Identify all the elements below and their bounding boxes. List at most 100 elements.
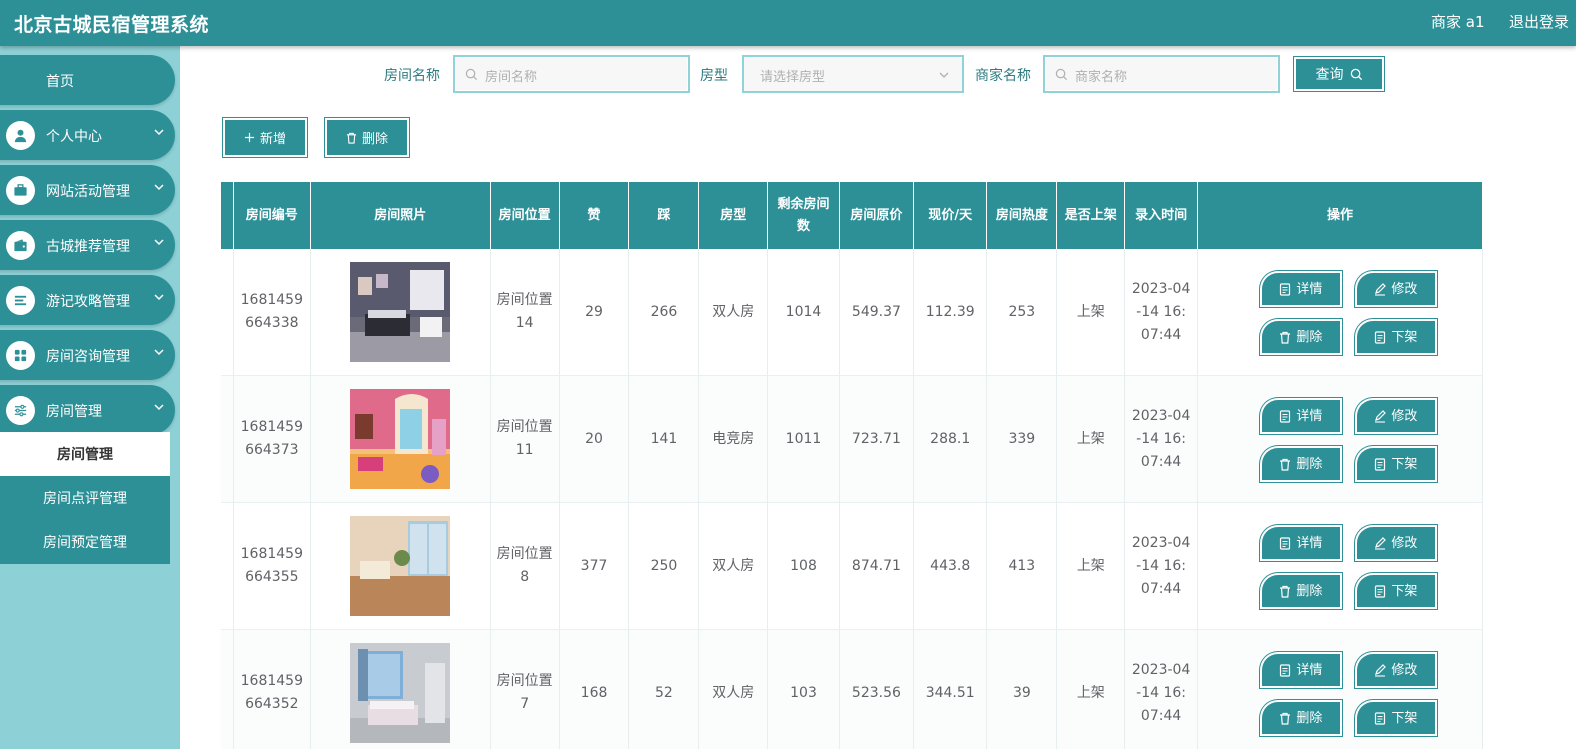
room-table: 称 房间编号 房间照片 房间位置 赞 踩 房型 剩余房间数 房间原价 现价/天 … [221, 182, 1561, 749]
submenu-room-bookings[interactable]: 房间预定管理 [0, 520, 170, 564]
cell-orig-price: 523.56 [839, 629, 915, 749]
cell-dislikes: 52 [628, 629, 700, 749]
current-user: 商家 a1 [1431, 13, 1485, 31]
delete-button[interactable]: 删除 [1259, 573, 1342, 609]
document-icon [1280, 663, 1291, 677]
cell-type: 双人房 [698, 249, 769, 376]
cell-remaining: 1011 [767, 375, 840, 503]
logout-link[interactable]: 退出登录 [1509, 11, 1569, 32]
submenu-room-reviews[interactable]: 房间点评管理 [0, 476, 170, 520]
batch-delete-button[interactable]: 删除 [324, 117, 410, 158]
cell-time-text: 2023-04 -14 16: 07:44 [1131, 280, 1191, 343]
sidebar-item-home[interactable]: 首页 [0, 55, 175, 105]
trash-icon [1280, 331, 1291, 344]
delete-button[interactable]: 删除 [1259, 700, 1342, 736]
sidebar-item-travel-notes[interactable]: 游记攻略管理 [0, 275, 175, 325]
edit-icon [1375, 282, 1387, 296]
cell-location: 房间位置 8 [490, 502, 560, 630]
add-button[interactable]: 新增 [222, 117, 308, 158]
merchant-input[interactable]: 商家名称 [1043, 55, 1280, 93]
detail-button[interactable]: 详情 [1259, 398, 1342, 434]
unlist-button[interactable]: 下架 [1354, 446, 1437, 482]
trash-icon [1280, 712, 1291, 725]
cell-code: 1681459 664373 [233, 375, 311, 503]
col-header-orig-price: 房间原价 [839, 182, 915, 249]
cell-time: 2023-04 -14 16: 07:44 [1124, 629, 1198, 749]
cell-heat: 253 [986, 249, 1058, 376]
table-row: 称1681459664352 房间位置716852双人房103523.56344.… [221, 629, 1484, 749]
top-header: 北京古城民宿管理系统 商家 a1 退出登录 [0, 0, 1576, 46]
cell-dislikes: 266 [628, 249, 700, 376]
room-photo [350, 516, 451, 616]
document-icon [1280, 409, 1291, 423]
cell-location-text: 房间位置 14 [496, 292, 553, 331]
edit-button[interactable]: 修改 [1354, 398, 1437, 434]
cell-orig-price: 549.37 [839, 249, 915, 376]
delete-button[interactable]: 删除 [1259, 446, 1342, 482]
edit-button[interactable]: 修改 [1354, 271, 1437, 307]
cell-likes: 20 [559, 375, 630, 503]
trash-icon [1280, 458, 1291, 471]
sidebar-item-consult[interactable]: 房间咨询管理 [0, 330, 175, 380]
delete-button[interactable]: 删除 [1259, 319, 1342, 355]
room-photo [350, 643, 451, 743]
edit-icon [1375, 663, 1387, 677]
cell-time: 2023-04 -14 16: 07:44 [1124, 502, 1198, 630]
chevron-down-icon [939, 72, 949, 78]
document-icon [1375, 457, 1386, 471]
col-header-ops: 操作 [1197, 182, 1484, 249]
room-type-select[interactable]: 请选择房型 [742, 55, 964, 93]
col-header-dislikes: 踩 [628, 182, 700, 249]
plus-icon [244, 132, 255, 143]
sidebar-item-label: 古城推荐管理 [46, 239, 130, 255]
sidebar-item-personal-center[interactable]: 个人中心 [0, 110, 175, 160]
col-header-name: 称 [221, 182, 234, 249]
chevron-down-icon [154, 349, 164, 356]
briefcase-icon [6, 176, 35, 205]
sidebar-item-recommend[interactable]: 古城推荐管理 [0, 220, 175, 270]
room-name-placeholder: 房间名称 [485, 70, 538, 85]
detail-button[interactable]: 详情 [1259, 271, 1342, 307]
room-name-input[interactable]: 房间名称 [453, 55, 690, 93]
detail-button[interactable]: 详情 [1259, 652, 1342, 688]
cell-heat: 413 [986, 502, 1058, 630]
cell-ops: 详情 修改 删除 下架 [1197, 375, 1484, 503]
cell-name: 称 [221, 502, 234, 630]
edit-button[interactable]: 修改 [1354, 652, 1437, 688]
search-icon [1350, 68, 1362, 80]
cell-time-text: 2023-04 -14 16: 07:44 [1131, 534, 1191, 597]
wallet-icon [6, 231, 35, 260]
cell-dislikes: 141 [628, 375, 700, 503]
sidebar-item-activities[interactable]: 网站活动管理 [0, 165, 175, 215]
cell-code-text: 1681459 664352 [240, 673, 303, 712]
user-icon [6, 121, 35, 150]
sidebar-item-label: 房间咨询管理 [46, 349, 130, 365]
detail-button[interactable]: 详情 [1259, 525, 1342, 561]
cell-code-text: 1681459 664355 [240, 546, 303, 585]
edit-button[interactable]: 修改 [1354, 525, 1437, 561]
query-button[interactable]: 查询 [1293, 56, 1385, 92]
cell-remaining: 108 [767, 502, 840, 630]
cell-orig-price: 723.71 [839, 375, 915, 503]
chevron-down-icon [154, 129, 164, 136]
cell-likes: 29 [559, 249, 630, 376]
unlist-button[interactable]: 下架 [1354, 573, 1437, 609]
cell-remaining: 1014 [767, 249, 840, 376]
submenu-room-management[interactable]: 房间管理 [0, 432, 170, 476]
cell-time-text: 2023-04 -14 16: 07:44 [1131, 407, 1191, 470]
cell-likes: 377 [559, 502, 630, 630]
delete-button-label: 删除 [361, 132, 388, 147]
cell-ops: 详情 修改 删除 下架 [1197, 502, 1484, 630]
merchant-label: 商家名称 [975, 68, 1031, 84]
cell-name: 称 [221, 375, 234, 503]
cell-location: 房间位置 11 [490, 375, 560, 503]
sidebar-item-room-management[interactable]: 房间管理 [0, 385, 175, 435]
cell-heat: 339 [986, 375, 1058, 503]
app-title: 北京古城民宿管理系统 [14, 14, 210, 36]
unlist-button[interactable]: 下架 [1354, 700, 1437, 736]
col-header-type: 房型 [698, 182, 769, 249]
cell-listed: 上架 [1056, 375, 1126, 503]
cell-code-text: 1681459 664373 [240, 419, 303, 458]
unlist-button[interactable]: 下架 [1354, 319, 1437, 355]
document-icon [1375, 330, 1386, 344]
